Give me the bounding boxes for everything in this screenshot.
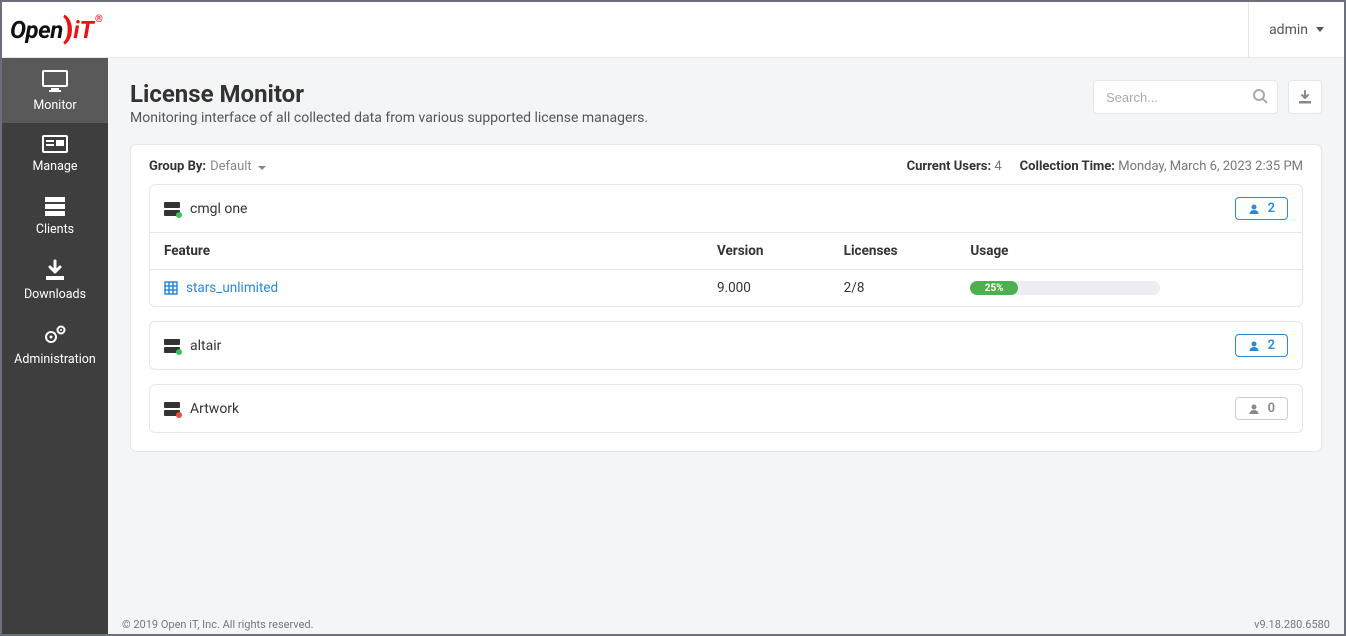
search-icon (1252, 88, 1268, 108)
user-icon (1248, 403, 1260, 415)
page-subtitle: Monitoring interface of all collected da… (130, 110, 648, 126)
server-group-header[interactable]: altair 2 (150, 322, 1302, 369)
user-menu-label: admin (1269, 22, 1308, 38)
current-users-value: 4 (994, 159, 1001, 174)
manage-icon (42, 135, 68, 153)
cell-version: 9.000 (703, 270, 830, 307)
user-count-badge[interactable]: 2 (1235, 197, 1288, 220)
col-version: Version (703, 233, 830, 270)
features-table: Feature Version Licenses Usage stars_unl… (150, 232, 1302, 306)
footer: © 2019 Open iT, Inc. All rights reserved… (108, 614, 1344, 634)
download-icon (44, 259, 66, 281)
logo: Open ) iT ® (10, 12, 102, 47)
user-icon (1248, 340, 1260, 352)
sidebar-item-monitor[interactable]: Monitor (2, 58, 108, 123)
usage-progress-fill: 25% (970, 281, 1018, 295)
collection-time-value: Monday, March 6, 2023 2:35 PM (1118, 159, 1303, 174)
gears-icon (42, 324, 68, 346)
feature-link[interactable]: stars_unlimited (186, 280, 278, 296)
server-group-header[interactable]: cmgl one 2 (150, 185, 1302, 232)
page-header: License Monitor Monitoring interface of … (130, 80, 1322, 126)
server-group-header[interactable]: Artwork 0 (150, 385, 1302, 432)
usage-progress: 25% (970, 281, 1160, 295)
search-input[interactable] (1093, 80, 1278, 114)
server-icon (164, 202, 180, 216)
page-title: License Monitor (130, 80, 648, 108)
sidebar-item-label: Monitor (33, 98, 76, 113)
table-row: stars_unlimited 9.000 2/8 25% (150, 270, 1302, 307)
logo-open: Open (10, 16, 63, 44)
sidebar-item-label: Clients (36, 222, 74, 237)
server-group: altair 2 (149, 321, 1303, 370)
user-icon (1248, 203, 1260, 215)
server-group: cmgl one 2 Feature Version Licenses Usag… (149, 184, 1303, 307)
sidebar: Monitor Manage Clients Downloads Adminis… (2, 58, 108, 634)
sidebar-item-label: Downloads (24, 287, 86, 302)
col-feature: Feature (150, 233, 703, 270)
current-users-label: Current Users: (907, 159, 992, 174)
logo-it: iT (73, 16, 94, 44)
monitor-icon (41, 70, 69, 92)
collection-time: Collection Time: Monday, March 6, 2023 2… (1020, 159, 1303, 174)
server-icon (164, 402, 180, 416)
grid-icon (164, 281, 178, 295)
user-count-value: 2 (1268, 338, 1275, 353)
server-group: Artwork 0 (149, 384, 1303, 433)
user-count-value: 0 (1268, 401, 1275, 416)
cell-licenses: 2/8 (830, 270, 957, 307)
clients-icon (43, 196, 67, 216)
groupby-value: Default (210, 159, 252, 174)
caret-down-icon (1316, 27, 1324, 32)
license-panel: Group By: Default Current Users: 4 Colle… (130, 144, 1322, 452)
logo-paren-icon: ) (63, 11, 74, 46)
main: License Monitor Monitoring interface of … (108, 58, 1344, 614)
user-menu[interactable]: admin (1248, 2, 1344, 57)
col-licenses: Licenses (830, 233, 957, 270)
user-count-badge[interactable]: 2 (1235, 334, 1288, 357)
user-count-badge[interactable]: 0 (1235, 397, 1288, 420)
download-button[interactable] (1288, 80, 1322, 114)
footer-version: v9.18.280.6580 (1254, 618, 1330, 631)
chevron-down-icon (258, 166, 266, 170)
groupby-label: Group By: (149, 159, 206, 174)
topbar: Open ) iT ® admin (2, 2, 1344, 58)
sidebar-item-label: Administration (14, 352, 96, 367)
collection-time-label: Collection Time: (1020, 159, 1115, 174)
sidebar-item-administration[interactable]: Administration (2, 312, 108, 377)
sidebar-item-manage[interactable]: Manage (2, 123, 108, 184)
footer-copyright: © 2019 Open iT, Inc. All rights reserved… (122, 618, 314, 631)
panel-top: Group By: Default Current Users: 4 Colle… (149, 159, 1303, 174)
server-group-name: cmgl one (190, 201, 247, 217)
col-usage: Usage (956, 233, 1302, 270)
logo-registered-icon: ® (95, 14, 103, 25)
current-users: Current Users: 4 (907, 159, 1002, 174)
server-icon (164, 339, 180, 353)
sidebar-item-downloads[interactable]: Downloads (2, 247, 108, 312)
download-icon (1298, 90, 1312, 104)
sidebar-item-clients[interactable]: Clients (2, 184, 108, 247)
server-group-name: Artwork (190, 401, 239, 417)
sidebar-item-label: Manage (32, 159, 77, 174)
user-count-value: 2 (1268, 201, 1275, 216)
server-group-name: altair (190, 338, 221, 354)
groupby-selector[interactable]: Group By: Default (149, 159, 266, 174)
